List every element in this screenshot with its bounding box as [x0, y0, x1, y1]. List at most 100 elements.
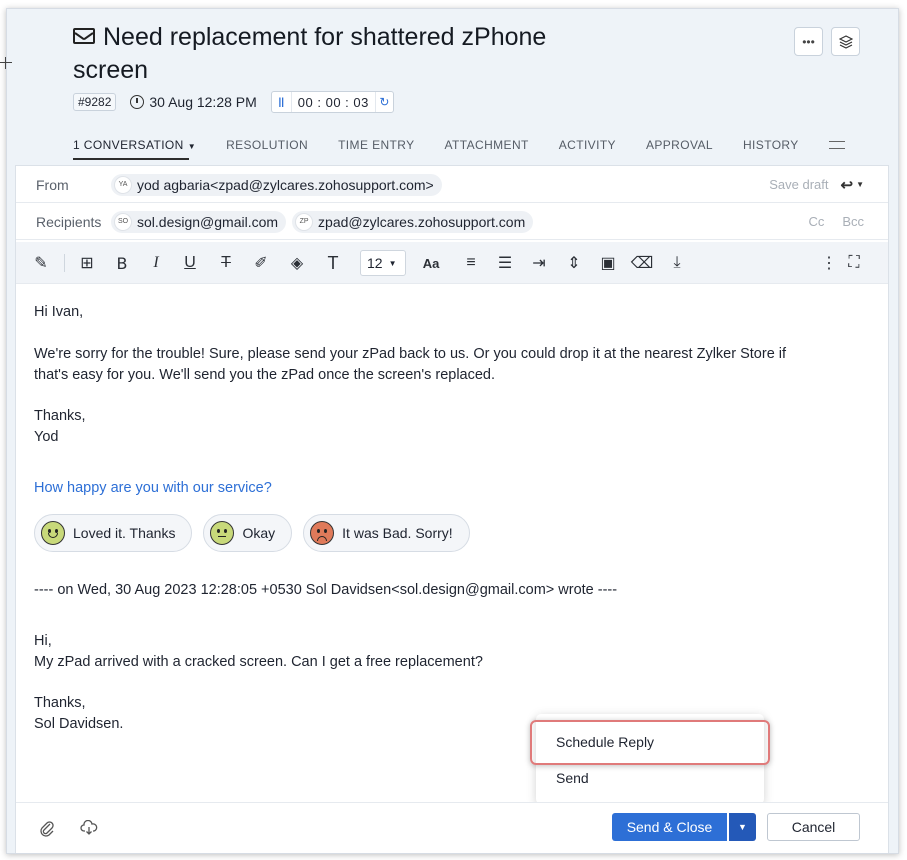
layers-icon	[838, 34, 853, 49]
chevron-down-icon[interactable]: ▼	[856, 180, 864, 189]
survey-question: How happy are you with our service?	[34, 480, 272, 496]
tab-approval[interactable]: APPROVAL	[646, 138, 713, 152]
attachment-icon[interactable]	[36, 817, 58, 839]
quote-line: My zPad arrived with a cracked screen. C…	[34, 654, 483, 670]
tab-resolution[interactable]: RESOLUTION	[226, 138, 308, 152]
recipients-label: Recipients	[36, 213, 102, 230]
due-date: 30 Aug 12:28 PM	[149, 94, 257, 110]
tab-activity[interactable]: ACTIVITY	[559, 138, 616, 152]
pause-icon[interactable]: ||	[272, 92, 292, 112]
save-draft-button[interactable]: Save draft	[769, 177, 828, 192]
tab-attachment[interactable]: ATTACHMENT	[445, 138, 529, 152]
refresh-icon[interactable]: ↻	[374, 92, 393, 112]
quote-signature: Sol Davidsen.	[34, 716, 124, 732]
survey-ratings: Loved it. Thanks Okay It was Bad. Sorry!	[34, 514, 481, 552]
insert-block-icon[interactable]: ⊞	[76, 252, 98, 274]
indent-icon[interactable]: ⇥	[528, 252, 550, 274]
ticket-meta: #9282 30 Aug 12:28 PM || 00 : 00 : 03 ↻	[73, 91, 394, 113]
recipient-chip[interactable]: ZP zpad@zylcares.zohosupport.com	[292, 210, 534, 233]
more-vertical-icon[interactable]: ⋮	[818, 252, 840, 274]
recipient-chip[interactable]: SO sol.design@gmail.com	[111, 210, 287, 233]
rating-okay[interactable]: Okay	[203, 514, 293, 552]
font-size-select[interactable]: 12 ▼	[360, 250, 406, 276]
cc-button[interactable]: Cc	[808, 214, 824, 229]
bold-icon[interactable]: B	[111, 252, 133, 274]
rating-label: Okay	[242, 524, 276, 541]
quote-signoff: Thanks,	[34, 695, 86, 711]
rating-bad[interactable]: It was Bad. Sorry!	[303, 514, 470, 552]
reply-icon[interactable]: ↩	[841, 176, 854, 194]
mail-icon	[73, 28, 95, 44]
recipient-address: zpad@zylcares.zohosupport.com	[318, 213, 526, 230]
ticket-id: #9282	[73, 93, 117, 111]
ticket-tabs: 1 CONVERSATION ▼ RESOLUTION TIME ENTRY AT…	[73, 133, 845, 157]
neutral-face-icon	[210, 521, 235, 545]
active-tab-indicator	[73, 158, 189, 160]
clock-icon	[130, 95, 145, 109]
happy-face-icon	[41, 521, 65, 545]
layers-button[interactable]	[831, 27, 860, 56]
fill-color-icon[interactable]: ◈	[286, 252, 308, 274]
caret-down-icon: ▼	[738, 822, 747, 832]
align-left-icon[interactable]: ≡	[460, 252, 482, 274]
italic-icon[interactable]: I	[145, 252, 167, 274]
format-painter-icon[interactable]: ✎	[30, 252, 52, 274]
cancel-button[interactable]: Cancel	[767, 813, 860, 841]
cloud-download-icon[interactable]	[78, 817, 100, 839]
strike-format-icon[interactable]: ⤓	[666, 252, 688, 274]
ticket-window: Need replacement for shattered zPhone sc…	[6, 8, 899, 854]
eraser-icon[interactable]: ⌫	[631, 252, 654, 274]
menu-item-send[interactable]: Send	[556, 770, 589, 786]
tab-conversation[interactable]: 1 CONVERSATION ▼	[73, 138, 196, 152]
avatar: SO	[114, 212, 132, 231]
more-tabs-icon[interactable]	[828, 141, 845, 149]
highlight-outline	[530, 720, 770, 765]
fullscreen-icon[interactable]: ⛶	[843, 252, 865, 274]
quote-header: ---- on Wed, 30 Aug 2023 12:28:05 +0530 …	[34, 582, 618, 598]
greeting: Hi Ivan,	[34, 304, 84, 320]
insert-image-icon[interactable]: ▣	[597, 252, 619, 274]
quote-greeting: Hi,	[34, 633, 52, 649]
message-line: that's easy for you. We'll send you the …	[34, 367, 496, 383]
recipients-row: Recipients SO sol.design@gmail.com ZP zpad…	[16, 204, 888, 240]
more-options-button[interactable]: •••	[794, 27, 823, 56]
underline-icon[interactable]: U	[179, 252, 201, 274]
recipient-address: sol.design@gmail.com	[137, 213, 279, 230]
font-size-value: 12	[367, 255, 383, 271]
ticket-timer: || 00 : 00 : 03 ↻	[270, 91, 394, 113]
divider	[64, 254, 65, 272]
ticket-title-text: Need replacement for shattered zPhone sc…	[73, 23, 547, 84]
clear-format-icon[interactable]: T	[215, 252, 237, 274]
from-row: From YA yod agbaria<zpad@zylcares.zohosup…	[16, 167, 888, 203]
editor-footer: Send & Close ▼ Cancel	[16, 802, 888, 853]
signoff: Thanks,	[34, 408, 86, 424]
tab-label: 1 CONVERSATION	[73, 138, 184, 152]
tab-time-entry[interactable]: TIME ENTRY	[338, 138, 414, 152]
text-case-icon[interactable]: Aa	[420, 252, 442, 274]
bullet-list-icon[interactable]: ☰	[494, 252, 516, 274]
message-line: We're sorry for the trouble! Sure, pleas…	[34, 346, 787, 362]
send-options-toggle[interactable]: ▼	[729, 813, 756, 841]
line-spacing-icon[interactable]: ⇕	[563, 252, 585, 274]
more-icon: •••	[802, 34, 815, 49]
crosshair-cursor-icon	[0, 57, 12, 69]
signature: Yod	[34, 429, 59, 445]
from-label: From	[36, 176, 69, 193]
from-chip[interactable]: YA yod agbaria<zpad@zylcares.zohosupport.…	[111, 173, 442, 196]
sad-face-icon	[310, 521, 335, 545]
avatar: YA	[114, 175, 132, 194]
ticket-title: Need replacement for shattered zPhone sc…	[73, 21, 613, 87]
rating-loved[interactable]: Loved it. Thanks	[34, 514, 193, 552]
formatting-toolbar: ✎ ⊞ B I U T ✐ ◈ T 12 ▼ Aa ≡ ☰ ⇥ ⇕ ▣ ⌫ ⤓ ⋮…	[16, 242, 888, 284]
reply-editor: From YA yod agbaria<zpad@zylcares.zohosup…	[15, 165, 889, 853]
chevron-down-icon: ▼	[388, 258, 397, 268]
timer-value: 00 : 00 : 03	[297, 94, 369, 110]
tab-history[interactable]: HISTORY	[743, 138, 799, 152]
rating-label: It was Bad. Sorry!	[342, 524, 453, 541]
bcc-button[interactable]: Bcc	[842, 214, 864, 229]
caret-down-icon: ▼	[187, 142, 197, 151]
avatar: ZP	[295, 212, 314, 231]
font-family-icon[interactable]: T	[322, 252, 344, 274]
send-close-button[interactable]: Send & Close	[612, 813, 727, 841]
text-color-icon[interactable]: ✐	[250, 252, 272, 274]
